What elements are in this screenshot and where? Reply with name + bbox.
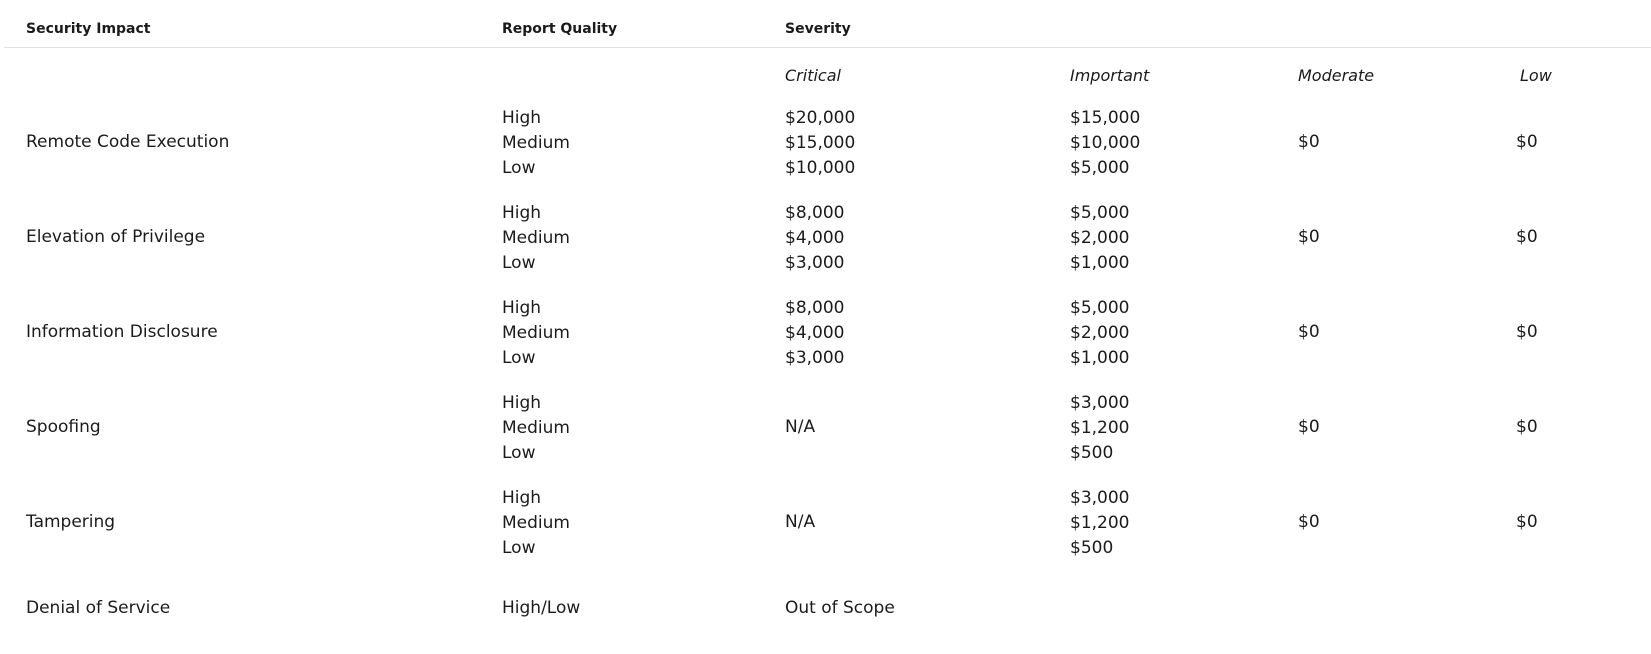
important-award-high: $5,000 <box>1070 203 1130 223</box>
critical-award-low: $3,000 <box>785 348 845 368</box>
moderate-award-cell: $0 <box>1298 512 1320 532</box>
report-quality-cell: High Medium Low <box>502 106 570 181</box>
important-award-cell: $15,000 $10,000 $5,000 <box>1070 106 1140 181</box>
table-row-spoofing: Spoofing High Medium Low N/A $3,000 $1,2… <box>4 393 1651 488</box>
table-row-remote-code-execution: Remote Code Execution High Medium Low $2… <box>4 108 1651 203</box>
important-award-high: $3,000 <box>1070 393 1130 413</box>
header-security-impact: Security Impact <box>26 21 151 37</box>
quality-low: Low <box>502 348 536 368</box>
moderate-award-cell: $0 <box>1298 322 1320 342</box>
critical-award-low: $3,000 <box>785 253 845 273</box>
table-header-row: Security Impact Report Quality Severity <box>4 0 1651 48</box>
critical-award-cell: N/A <box>785 417 816 437</box>
moderate-award-cell: $0 <box>1298 417 1320 437</box>
quality-low: Low <box>502 253 536 273</box>
critical-award-high: $20,000 <box>785 108 856 128</box>
table-row-tampering: Tampering High Medium Low N/A $3,000 $1,… <box>4 488 1651 583</box>
quality-low: Low <box>502 158 536 178</box>
severity-levels-row: Critical Important Moderate Low <box>4 48 1651 108</box>
quality-high: High <box>502 203 542 223</box>
critical-award-medium: $4,000 <box>785 323 845 343</box>
report-quality-cell: High/Low <box>502 598 581 618</box>
quality-high: High <box>502 298 542 318</box>
important-award-low: $1,000 <box>1070 348 1130 368</box>
table-row-information-disclosure: Information Disclosure High Medium Low $… <box>4 298 1651 393</box>
bounty-award-table: Security Impact Report Quality Severity … <box>4 0 1651 643</box>
important-award-cell: $5,000 $2,000 $1,000 <box>1070 296 1129 371</box>
critical-award-low: $10,000 <box>785 158 856 178</box>
security-impact-cell: Spoofing <box>26 417 101 437</box>
moderate-award-cell: $0 <box>1298 227 1320 247</box>
header-severity: Severity <box>785 21 851 37</box>
critical-award-cell: $8,000 $4,000 $3,000 <box>785 296 844 371</box>
report-quality-cell: High Medium Low <box>502 201 570 276</box>
moderate-award-cell: $0 <box>1298 132 1320 152</box>
severity-critical-label: Critical <box>785 66 841 85</box>
important-award-medium: $2,000 <box>1070 323 1130 343</box>
severity-important-label: Important <box>1070 66 1150 85</box>
critical-award-cell: N/A <box>785 512 816 532</box>
important-award-cell: $3,000 $1,200 $500 <box>1070 486 1129 561</box>
quality-medium: Medium <box>502 228 570 248</box>
severity-moderate-label: Moderate <box>1298 66 1375 85</box>
report-quality-cell: High Medium Low <box>502 296 570 371</box>
report-quality-cell: High Medium Low <box>502 391 570 466</box>
important-award-medium: $1,200 <box>1070 418 1130 438</box>
quality-medium: Medium <box>502 133 570 153</box>
important-award-high: $5,000 <box>1070 298 1130 318</box>
quality-medium: Medium <box>502 418 570 438</box>
quality-medium: Medium <box>502 513 570 533</box>
important-award-low: $1,000 <box>1070 253 1130 273</box>
low-award-cell: $0 <box>1516 322 1538 342</box>
quality-high: High <box>502 393 542 413</box>
important-award-medium: $1,200 <box>1070 513 1130 533</box>
security-impact-cell: Elevation of Privilege <box>26 227 206 247</box>
important-award-low: $5,000 <box>1070 158 1130 178</box>
critical-award-high: $8,000 <box>785 298 845 318</box>
critical-award-medium: $15,000 <box>785 133 856 153</box>
low-award-cell: $0 <box>1516 417 1538 437</box>
report-quality-cell: High Medium Low <box>502 486 570 561</box>
important-award-high: $15,000 <box>1070 108 1141 128</box>
severity-low-label: Low <box>1520 66 1552 85</box>
important-award-medium: $2,000 <box>1070 228 1130 248</box>
table-row-elevation-of-privilege: Elevation of Privilege High Medium Low $… <box>4 203 1651 298</box>
critical-award-cell: $20,000 $15,000 $10,000 <box>785 106 855 181</box>
important-award-low: $500 <box>1070 538 1114 558</box>
table-row-denial-of-service: Denial of Service High/Low Out of Scope <box>4 583 1651 643</box>
critical-award-cell: $8,000 $4,000 $3,000 <box>785 201 844 276</box>
important-award-cell: $3,000 $1,200 $500 <box>1070 391 1129 466</box>
important-award-low: $500 <box>1070 443 1114 463</box>
low-award-cell: $0 <box>1516 512 1538 532</box>
security-impact-cell: Denial of Service <box>26 598 171 618</box>
out-of-scope-cell: Out of Scope <box>785 598 895 618</box>
critical-award-medium: $4,000 <box>785 228 845 248</box>
quality-medium: Medium <box>502 323 570 343</box>
security-impact-cell: Remote Code Execution <box>26 132 230 152</box>
critical-award-high: $8,000 <box>785 203 845 223</box>
low-award-cell: $0 <box>1516 132 1538 152</box>
important-award-high: $3,000 <box>1070 488 1130 508</box>
important-award-medium: $10,000 <box>1070 133 1141 153</box>
header-report-quality: Report Quality <box>502 21 618 37</box>
quality-high: High <box>502 108 542 128</box>
quality-high: High <box>502 488 542 508</box>
security-impact-cell: Tampering <box>26 512 116 532</box>
quality-low: Low <box>502 538 536 558</box>
security-impact-cell: Information Disclosure <box>26 322 218 342</box>
quality-low: Low <box>502 443 536 463</box>
important-award-cell: $5,000 $2,000 $1,000 <box>1070 201 1129 276</box>
low-award-cell: $0 <box>1516 227 1538 247</box>
